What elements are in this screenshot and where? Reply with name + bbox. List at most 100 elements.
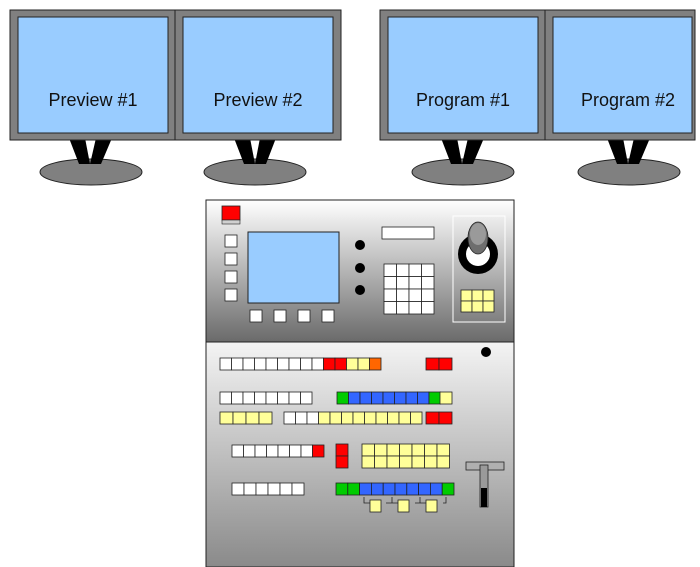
bus-key (277, 444, 290, 458)
bus-key (386, 443, 400, 457)
bus-key (336, 391, 349, 405)
bus-key (242, 357, 255, 371)
bus-key (361, 443, 375, 457)
keypad-key (383, 263, 397, 277)
bus-key (254, 444, 267, 458)
monitor-program-1: Program #1 (379, 9, 547, 186)
bus-key (411, 443, 425, 457)
bus-key (394, 391, 407, 405)
bus-key (436, 455, 450, 469)
keypad-key (408, 276, 422, 290)
bus-key (346, 357, 359, 371)
small-display (381, 226, 435, 240)
bus-key (399, 455, 413, 469)
bus-key (428, 391, 441, 405)
bus-key (283, 411, 296, 425)
bus-key (295, 411, 308, 425)
bus-key (370, 482, 384, 496)
bus-key (341, 411, 354, 425)
bus-key (258, 411, 273, 425)
bus-key (348, 391, 361, 405)
keypad-key (408, 263, 422, 277)
bus-key (398, 411, 411, 425)
bus-key (329, 411, 342, 425)
bus-key (425, 357, 440, 371)
lcd-display (247, 231, 340, 304)
bus-key (300, 391, 313, 405)
bus-key (374, 443, 388, 457)
monitor-label: Program #2 (581, 90, 675, 110)
production-switcher-diagram: Preview #1 Preview #2 Program #1 Program… (9, 9, 696, 567)
red-key (221, 205, 241, 221)
keypad-key (396, 263, 410, 277)
bus-key (387, 411, 400, 425)
bus-key (347, 482, 360, 496)
bus-key (288, 357, 301, 371)
bus-key (266, 444, 279, 458)
bus-key (382, 482, 396, 496)
bus-key (359, 391, 372, 405)
keypad-key (383, 288, 397, 302)
bus-key (312, 444, 325, 458)
bus-key (417, 391, 430, 405)
monitor-preview-2: Preview #2 (174, 9, 342, 186)
keypad-key (421, 276, 435, 290)
bus-key (369, 357, 382, 371)
bus-key (219, 411, 234, 425)
bus-key (291, 482, 305, 496)
keypad-key (408, 301, 422, 315)
bus-key (424, 455, 438, 469)
keypad-key (396, 276, 410, 290)
bus-key (300, 357, 313, 371)
monitor-program-2: Program #2 (544, 9, 696, 186)
keypad-key (396, 301, 410, 315)
bus-key (439, 391, 453, 405)
bus-key (424, 443, 438, 457)
bus-key (279, 482, 293, 496)
monitor-label: Preview #2 (213, 90, 302, 110)
bus-key (410, 411, 423, 425)
bus-key (361, 455, 375, 469)
bus-key (386, 455, 400, 469)
keypad-key (421, 301, 435, 315)
bus-key (242, 391, 255, 405)
bus-key (219, 391, 232, 405)
indicator-light (481, 347, 491, 357)
bus-key (245, 411, 260, 425)
bus-key (265, 357, 278, 371)
keypad-key (421, 263, 435, 277)
keypad-key (383, 276, 397, 290)
bus-key (254, 391, 267, 405)
bus-key (232, 411, 247, 425)
bus-key (438, 411, 453, 425)
bus-key (254, 357, 267, 371)
bus-key (357, 357, 370, 371)
bus-key (438, 357, 453, 371)
bus-key (411, 455, 425, 469)
bus-key (374, 455, 388, 469)
bus-key (231, 391, 244, 405)
monitor-label: Program #1 (416, 90, 510, 110)
bus-key (277, 391, 290, 405)
bus-key (231, 482, 245, 496)
monitor-preview-1: Preview #1 (9, 9, 177, 186)
knob-column (355, 240, 365, 295)
bus-key (406, 482, 419, 496)
joystick-keys (460, 289, 495, 313)
console-switcher-panel (205, 341, 515, 567)
bus-key (335, 482, 349, 496)
bus-key (277, 357, 290, 371)
bus-key (300, 444, 313, 458)
bus-key (311, 357, 324, 371)
bus-key (335, 443, 349, 457)
bus-key (429, 482, 443, 496)
bus-key (335, 455, 349, 469)
keypad-grid (383, 263, 435, 315)
bus-key (359, 482, 372, 496)
bus-key (243, 444, 256, 458)
bus-key (436, 443, 450, 457)
bus-key (334, 357, 347, 371)
console-control-panel (205, 199, 515, 343)
bus-key (289, 444, 302, 458)
bus-key (425, 411, 440, 425)
